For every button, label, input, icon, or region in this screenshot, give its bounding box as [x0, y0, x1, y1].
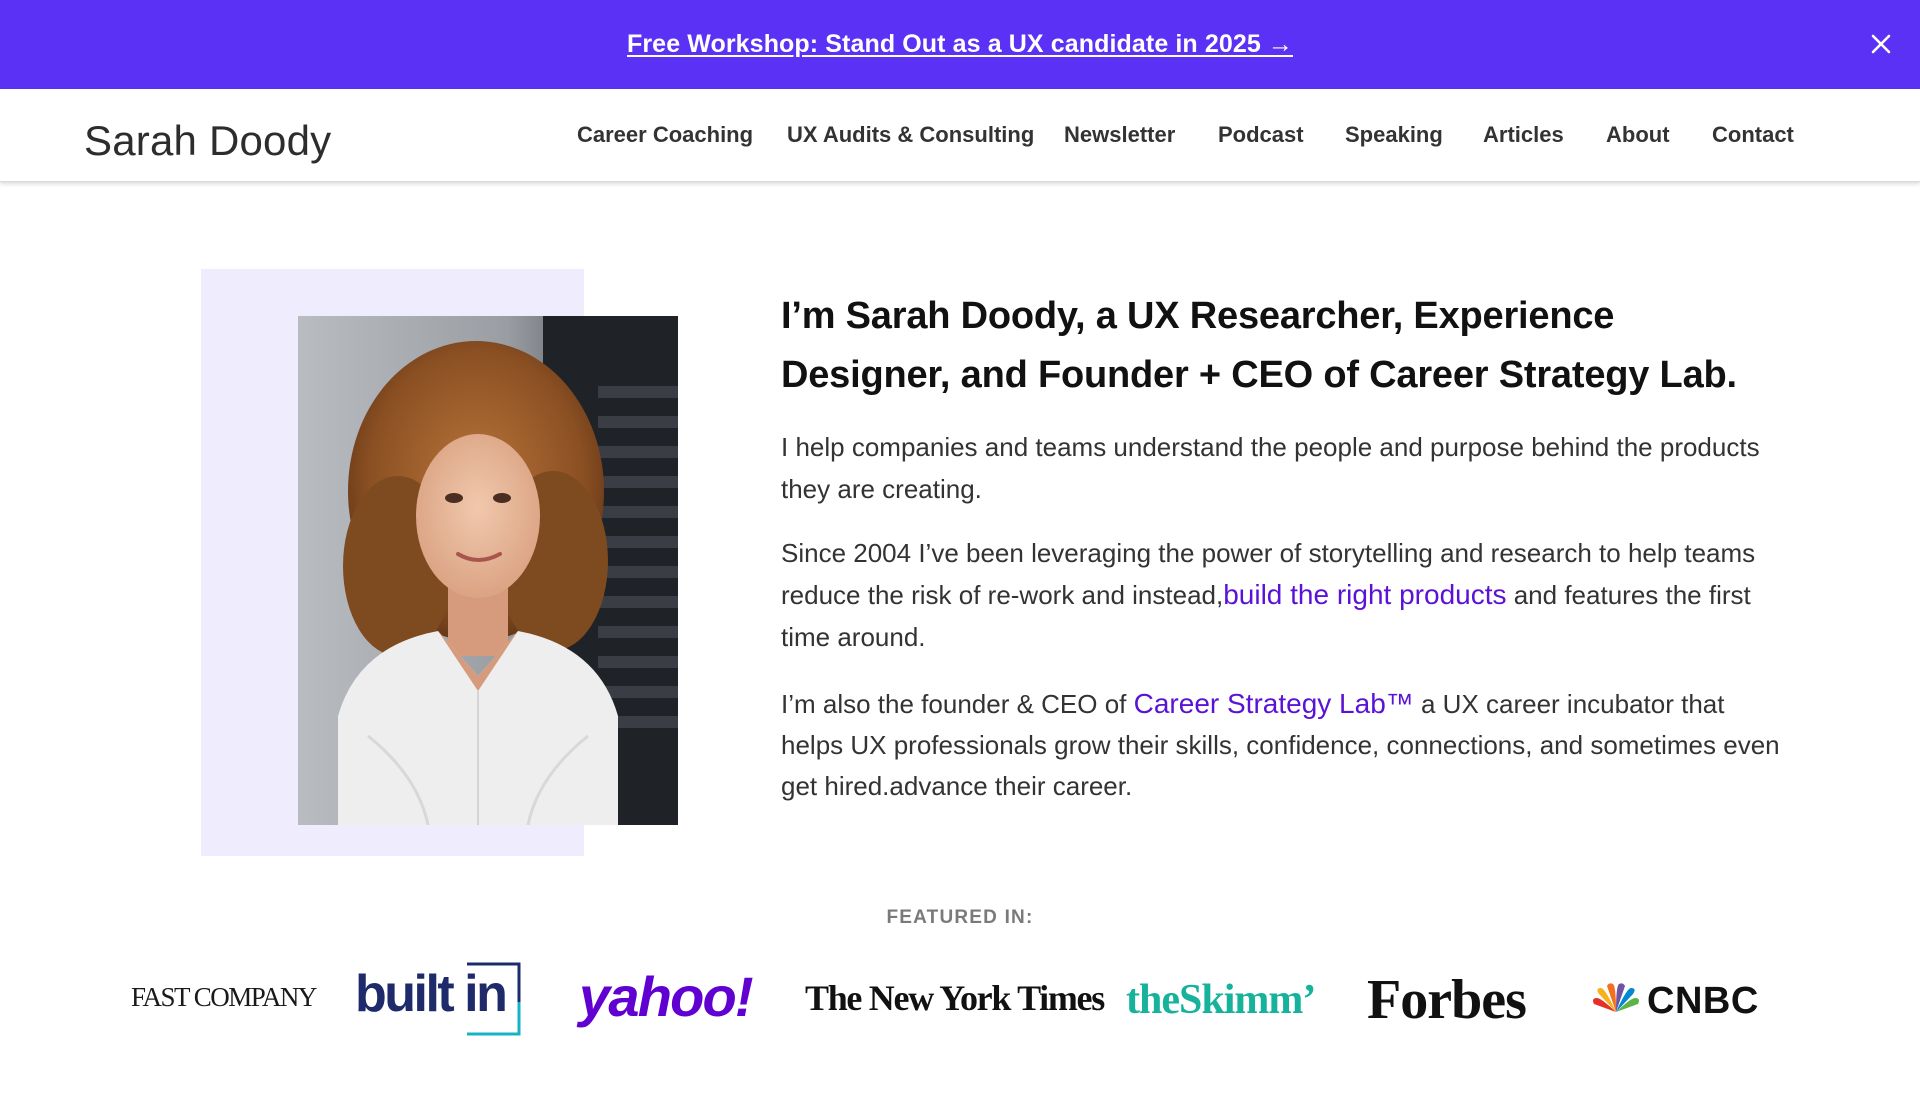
nav-contact[interactable]: Contact [1712, 122, 1794, 148]
career-strategy-lab-link[interactable]: Career Strategy Lab™ [1134, 688, 1414, 719]
cnbc-wordmark: CNBC [1647, 980, 1759, 1022]
nav-newsletter[interactable]: Newsletter [1064, 122, 1175, 148]
nav-ux-audits-consulting[interactable]: UX Audits & Consulting [787, 122, 1034, 148]
nav-speaking[interactable]: Speaking [1345, 122, 1443, 148]
forbes-wordmark: Forbes [1367, 969, 1527, 1031]
experience-paragraph: Since 2004 I’ve been leveraging the powe… [781, 532, 1781, 658]
build-right-products-link[interactable]: build the right products [1223, 579, 1506, 610]
new-york-times-logo: The New York Times [805, 977, 1105, 1019]
yahoo-logo: yahoo! [579, 964, 754, 1029]
yahoo-wordmark: yahoo! [579, 965, 754, 1028]
peacock-icon [1591, 982, 1641, 1021]
nav-about[interactable]: About [1606, 122, 1670, 148]
career-lab-text: I’m also the founder & CEO of [781, 689, 1134, 719]
profile-photo [298, 316, 678, 825]
nav-career-coaching[interactable]: Career Coaching [577, 122, 753, 148]
career-lab-paragraph: I’m also the founder & CEO of Career Str… [781, 683, 1781, 807]
intro-paragraph: I help companies and teams understand th… [781, 432, 1760, 504]
close-icon[interactable] [1864, 27, 1898, 61]
new-york-times-wordmark: The New York Times [805, 978, 1105, 1018]
site-header: Sarah Doody Career Coaching UX Audits & … [0, 89, 1920, 182]
nav-articles[interactable]: Articles [1483, 122, 1564, 148]
hero-title-line-2: Designer, and Founder + CEO of Career St… [781, 354, 1737, 396]
built-in-logo: built in [355, 962, 521, 1036]
hero-text: I’m Sarah Doody, a UX Researcher, Experi… [781, 287, 1781, 807]
the-skimm-wordmark: theSkimm’ [1126, 977, 1316, 1023]
built-in-wordmark: built in [355, 965, 508, 1023]
main-nav: Career Coaching UX Audits & Consulting N… [0, 122, 1920, 152]
announcement-bar: Free Workshop: Stand Out as a UX candida… [0, 0, 1920, 89]
nav-podcast[interactable]: Podcast [1218, 122, 1304, 148]
fast-company-wordmark: FAST COMPANY [131, 982, 317, 1012]
featured-in-label: FEATURED IN: [886, 907, 1034, 928]
hero-title-line-1: I’m Sarah Doody, a UX Researcher, Experi… [781, 295, 1615, 337]
cnbc-logo: CNBC [1591, 980, 1759, 1023]
hero-title: I’m Sarah Doody, a UX Researcher, Experi… [781, 287, 1781, 405]
the-skimm-logo: theSkimm’ [1126, 976, 1316, 1024]
workshop-link[interactable]: Free Workshop: Stand Out as a UX candida… [627, 30, 1293, 59]
fast-company-logo: FAST COMPANY [131, 982, 317, 1013]
forbes-logo: Forbes [1367, 968, 1527, 1032]
